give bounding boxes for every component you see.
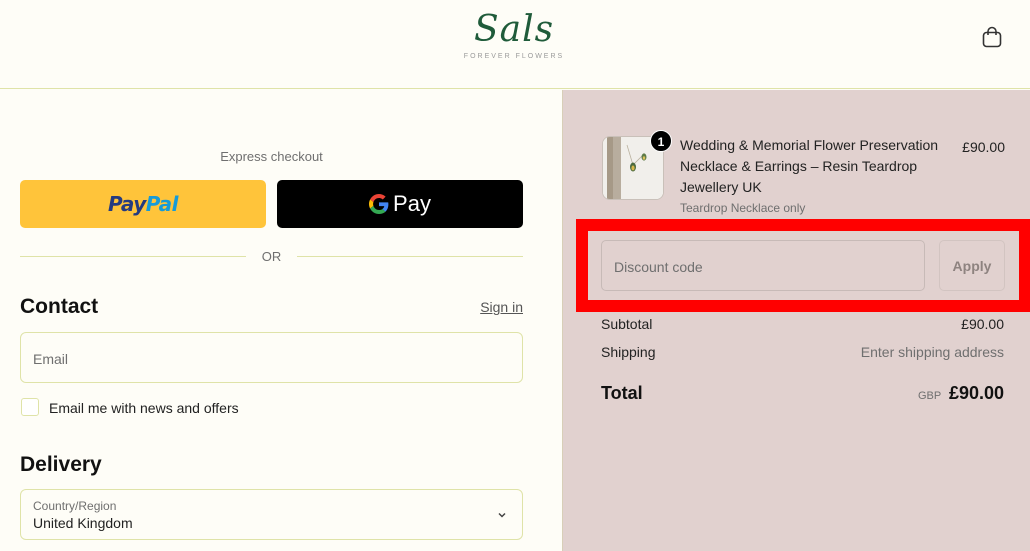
or-divider: OR [20, 247, 523, 267]
delivery-title: Delivery [20, 453, 102, 476]
country-select[interactable]: Country/Region United Kingdom [20, 489, 523, 540]
chevron-down-icon [498, 512, 506, 518]
total-label: Total [601, 383, 643, 403]
subtotal-label: Subtotal [601, 316, 653, 332]
google-g-icon [369, 194, 389, 214]
logo-tagline: FOREVER FLOWERS [463, 53, 565, 60]
store-logo[interactable]: Sals FOREVER FLOWERS [462, 8, 566, 60]
logo-script: Sals [473, 9, 555, 50]
apply-button[interactable]: Apply [939, 240, 1005, 291]
total-value: £90.00 [948, 383, 1004, 403]
order-summary: 1 Wedding & Memorial Flower Preservation… [562, 90, 1030, 551]
product-variant: Teardrop Necklace only [680, 201, 806, 215]
country-label: Country/Region [33, 499, 117, 513]
subtotal-value: £90.00 [961, 316, 1004, 332]
shipping-label: Shipping [601, 344, 656, 360]
country-value: United Kingdom [33, 515, 133, 531]
contact-title: Contact [20, 295, 99, 318]
newsletter-label: Email me with news and offers [49, 400, 239, 416]
discount-placeholder: Discount code [614, 259, 703, 275]
shipping-value: Enter shipping address [860, 344, 1004, 360]
checkout-form: Express checkout PayPal Pay OR Contact S… [0, 90, 562, 551]
newsletter-checkbox[interactable] [21, 398, 39, 416]
discount-code-field[interactable]: Discount code [601, 240, 925, 291]
sign-in-link[interactable]: Sign in [470, 299, 523, 315]
email-placeholder: Email [33, 351, 69, 367]
paypal-button[interactable]: PayPal [20, 180, 266, 228]
or-label: OR [261, 249, 282, 264]
total-currency: GBP [918, 390, 942, 402]
google-pay-button[interactable]: Pay [277, 180, 523, 228]
quantity-badge: 1 [650, 130, 672, 152]
header: Sals FOREVER FLOWERS [0, 0, 1030, 89]
paypal-logo: PayPal [107, 192, 179, 216]
email-field[interactable]: Email [20, 332, 523, 383]
product-title: Wedding & Memorial Flower Preservation N… [680, 137, 939, 195]
shopping-bag-icon[interactable] [980, 25, 1004, 49]
express-checkout-label: Express checkout [220, 149, 323, 164]
product-price: £90.00 [962, 139, 1005, 155]
google-pay-label: Pay [393, 191, 431, 216]
